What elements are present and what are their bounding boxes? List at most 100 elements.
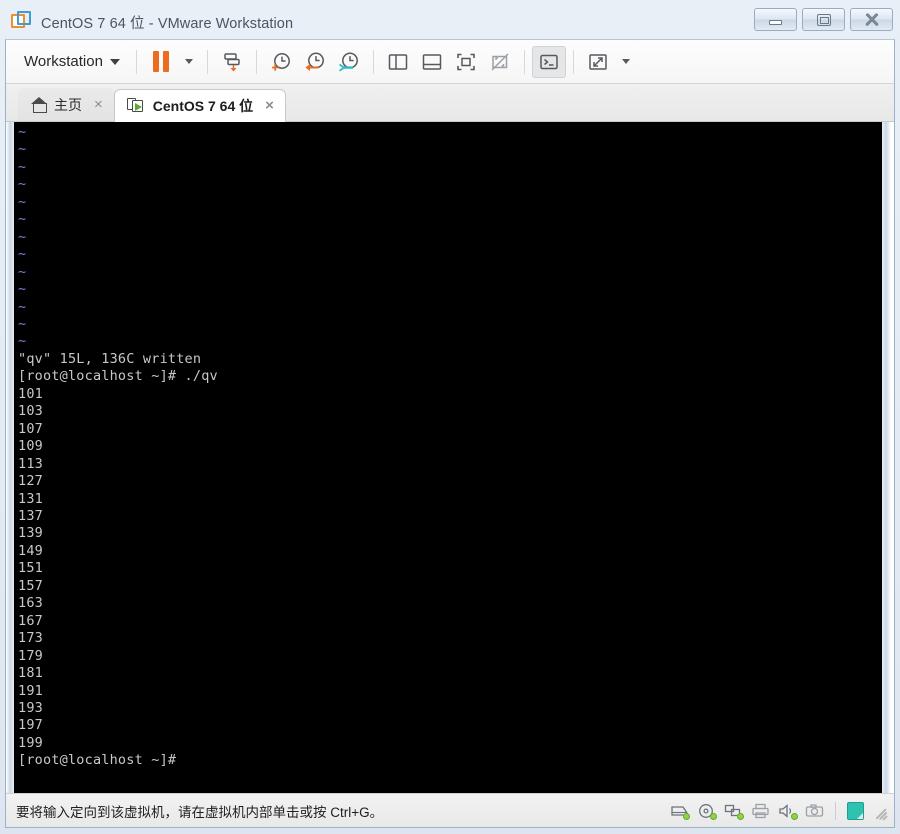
note-icon[interactable] [847, 801, 864, 820]
terminal-line: ~ [18, 281, 27, 298]
window-controls [754, 8, 893, 31]
toolbar-divider [572, 49, 574, 74]
console-view-button[interactable] [531, 45, 566, 78]
home-icon [30, 96, 47, 113]
status-device-icons [670, 801, 888, 820]
title-bar: CentOS 7 64 位 - VMware Workstation [5, 5, 895, 39]
status-bar: 要将输入定向到该虚拟机，请在虚拟机内部单击或按 Ctrl+G。 [6, 793, 894, 827]
terminal-line: 173 [18, 630, 43, 647]
show-library-button[interactable] [381, 46, 415, 78]
terminal-line: ~ [18, 298, 27, 315]
screen-right-edge [882, 122, 891, 793]
resize-grip-icon[interactable] [872, 803, 888, 820]
tab-bar: 主页 × CentOS 7 64 位 × [6, 84, 894, 122]
terminal-line: 127 [18, 473, 43, 490]
terminal-line: 151 [18, 560, 43, 577]
maximize-button[interactable] [802, 8, 845, 31]
terminal-line: 149 [18, 542, 43, 559]
expand-icon [589, 53, 607, 70]
tab-home-label: 主页 [54, 96, 82, 113]
power-button[interactable] [215, 46, 249, 78]
terminal-line: ~ [18, 193, 27, 210]
vm-screen[interactable]: ~ ~ ~ ~ ~ ~ ~ ~ ~ ~ ~ ~ ~ "qv" 15L, 136C written [root… [6, 122, 894, 793]
fit-window-button[interactable] [483, 46, 517, 78]
terminal-line: 191 [18, 682, 43, 699]
screen-left-edge [6, 122, 14, 793]
terminal-line: ~ [18, 333, 27, 350]
terminal-line: 139 [18, 525, 43, 542]
toolbar-divider [523, 49, 525, 74]
status-divider [835, 801, 836, 820]
terminal-line: 157 [18, 577, 43, 594]
revert-snapshot-button[interactable] [298, 46, 332, 78]
close-icon [864, 12, 879, 27]
restore-icon [816, 13, 831, 26]
snapshot-revert-icon [305, 52, 324, 71]
tab-centos7-label: CentOS 7 64 位 [152, 97, 254, 114]
status-message: 要将输入定向到该虚拟机，请在虚拟机内部单击或按 Ctrl+G。 [16, 804, 384, 820]
chevron-down-icon [621, 59, 630, 64]
fit-window-off-icon [491, 52, 509, 71]
terminal-line: 103 [18, 403, 43, 420]
camera-icon[interactable] [805, 803, 824, 819]
panel-left-icon [388, 53, 408, 70]
sound-card-icon[interactable] [778, 803, 798, 820]
tab-home[interactable]: 主页 × [18, 88, 114, 121]
terminal-line: ~ [18, 141, 27, 158]
terminal-line: 109 [18, 438, 43, 455]
fit-screen-icon [457, 53, 475, 70]
terminal-line: 113 [18, 455, 43, 472]
tab-centos7[interactable]: CentOS 7 64 位 × [113, 89, 286, 122]
suspend-button[interactable] [144, 46, 178, 78]
terminal-line: 163 [18, 595, 43, 612]
vm-running-icon [126, 97, 146, 114]
vmware-logo-icon [11, 11, 33, 33]
chevron-down-icon [109, 58, 120, 65]
fullscreen-dropdown-button[interactable] [615, 46, 637, 78]
cd-dvd-icon[interactable] [697, 803, 717, 820]
terminal-line: [root@localhost ~]# ./qv [18, 368, 218, 385]
terminal-line: 193 [18, 699, 43, 716]
terminal-line: ~ [18, 211, 27, 228]
terminal-line: "qv" 15L, 136C written [18, 350, 202, 367]
fit-guest-button[interactable] [449, 46, 483, 78]
snapshot-manager-button[interactable] [332, 46, 366, 78]
terminal-line: 137 [18, 507, 43, 524]
terminal-line: ~ [18, 315, 27, 332]
power-off-icon [224, 52, 240, 71]
terminal-icon [540, 54, 558, 69]
snapshot-add-icon [271, 52, 290, 71]
terminal-output[interactable]: ~ ~ ~ ~ ~ ~ ~ ~ ~ ~ ~ ~ ~ "qv" 15L, 136C written [root… [14, 122, 882, 793]
toolbar: Workstation [6, 40, 894, 84]
hard-disk-icon[interactable] [670, 803, 690, 820]
fullscreen-button[interactable] [581, 46, 615, 78]
terminal-line: ~ [18, 124, 27, 140]
suspend-dropdown-button[interactable] [178, 46, 200, 78]
terminal-line: ~ [18, 228, 27, 245]
take-snapshot-button[interactable] [264, 46, 298, 78]
panel-bottom-icon [422, 53, 442, 70]
toolbar-divider [255, 49, 257, 74]
terminal-line: 197 [18, 717, 43, 734]
minimize-icon [769, 19, 782, 25]
fullscreen-group [581, 46, 637, 78]
terminal-line: 179 [18, 647, 43, 664]
printer-icon[interactable] [751, 803, 770, 819]
window-body: Workstation 主页 × CentOS 7 64 位 × ~ ~ ~ ~… [5, 39, 895, 828]
terminal-line: 199 [18, 734, 43, 751]
show-thumbnails-button[interactable] [415, 46, 449, 78]
terminal-line: ~ [18, 246, 27, 263]
tab-home-close-icon[interactable]: × [92, 97, 105, 112]
tab-centos7-close-icon[interactable]: × [263, 98, 276, 113]
network-adapter-icon[interactable] [724, 803, 744, 820]
terminal-line: 181 [18, 665, 43, 682]
terminal-line: ~ [18, 263, 27, 280]
chevron-down-icon [184, 59, 193, 64]
minimize-button[interactable] [754, 8, 797, 31]
toolbar-divider [135, 49, 137, 74]
terminal-line: ~ [18, 158, 27, 175]
workstation-menu-button[interactable]: Workstation [14, 48, 129, 75]
close-button[interactable] [850, 8, 893, 31]
terminal-line: [root@localhost ~]# [18, 752, 177, 769]
snapshot-manager-icon [338, 52, 358, 71]
